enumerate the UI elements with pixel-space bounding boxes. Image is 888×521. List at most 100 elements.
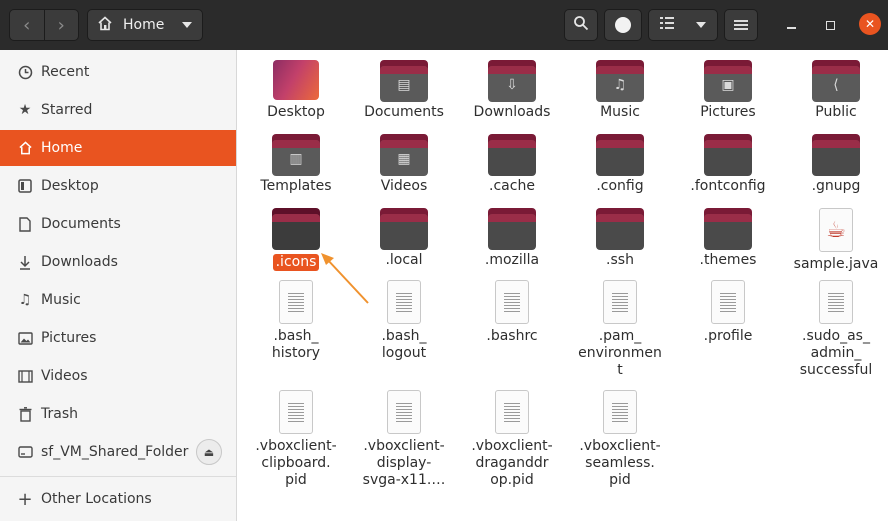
menu-button[interactable]	[724, 9, 758, 41]
file-item[interactable]: .sudo_as_ admin_ successful	[783, 280, 888, 379]
file-label: Music	[600, 104, 640, 120]
sidebar-item-home[interactable]: Home	[0, 130, 236, 166]
file-label: Videos	[380, 178, 428, 194]
file-label: .local	[385, 252, 423, 268]
file-item[interactable]: Desktop	[243, 60, 349, 121]
file-item[interactable]: ⟨ Public	[783, 60, 888, 121]
file-item[interactable]: .vboxclient- seamless. pid	[567, 390, 673, 489]
star-icon: ★	[18, 102, 32, 118]
sidebar-item-music[interactable]: ♫ Music	[0, 282, 236, 318]
file-item[interactable]: .bash_ logout	[351, 280, 457, 362]
text-file-icon	[603, 390, 637, 434]
file-label: .vboxclient- display- svga-x11.…	[362, 438, 446, 488]
sidebar-item-label: Downloads	[41, 254, 118, 270]
maximize-button[interactable]	[821, 16, 839, 34]
list-icon	[660, 17, 674, 33]
search-button[interactable]	[564, 9, 598, 41]
sidebar-item-downloads[interactable]: Downloads	[0, 244, 236, 280]
file-item[interactable]: ▦ Videos	[351, 134, 457, 195]
forward-button[interactable]: ›	[43, 10, 79, 40]
sidebar-item-videos[interactable]: Videos	[0, 358, 236, 394]
file-label: .bash_ logout	[381, 328, 427, 361]
file-item[interactable]: .ssh	[567, 208, 673, 269]
text-file-icon	[387, 390, 421, 434]
file-item[interactable]: .gnupg	[783, 134, 888, 195]
file-item[interactable]: .themes	[675, 208, 781, 269]
folder-icon	[488, 134, 536, 176]
sidebar-item-label: Recent	[41, 64, 90, 80]
sidebar-item-label: Starred	[41, 102, 93, 118]
file-label: .vboxclient- clipboard. pid	[255, 438, 337, 488]
file-label: .vboxclient- seamless. pid	[579, 438, 661, 488]
folder-template-icon: ▥	[272, 134, 320, 176]
java-file-icon: ☕	[819, 208, 853, 252]
text-file-icon	[495, 390, 529, 434]
sidebar: Recent ★ Starred Home Desktop Documents …	[0, 50, 237, 521]
search-icon	[573, 15, 589, 35]
file-label: .ssh	[606, 252, 634, 268]
text-file-icon	[711, 280, 745, 324]
sidebar-item-documents[interactable]: Documents	[0, 206, 236, 242]
folder-icon	[596, 134, 644, 176]
sidebar-item-other-locations[interactable]: + Other Locations	[0, 481, 236, 517]
file-label: Pictures	[700, 104, 756, 120]
sidebar-item-pictures[interactable]: Pictures	[0, 320, 236, 356]
file-label: .pam_ environmen t	[578, 328, 662, 378]
file-label: .sudo_as_ admin_ successful	[799, 328, 873, 378]
file-item[interactable]: .vboxclient- clipboard. pid	[243, 390, 349, 489]
drive-icon	[16, 446, 34, 458]
sidebar-item-trash[interactable]: Trash	[0, 396, 236, 432]
file-item[interactable]: ♫ Music	[567, 60, 673, 121]
folder-icon	[812, 134, 860, 176]
sidebar-item-label: Music	[41, 292, 81, 308]
location-path-button[interactable]: Home	[87, 9, 203, 41]
sidebar-item-desktop[interactable]: Desktop	[0, 168, 236, 204]
file-label: Templates	[260, 178, 332, 194]
back-button[interactable]: ‹	[10, 10, 44, 40]
file-label: .gnupg	[811, 178, 861, 194]
file-item[interactable]: ⇩ Downloads	[459, 60, 565, 121]
downloads-icon	[16, 255, 34, 270]
text-file-icon	[279, 390, 313, 434]
file-item[interactable]: .mozilla	[459, 208, 565, 269]
sidebar-item-starred[interactable]: ★ Starred	[0, 92, 236, 128]
file-item[interactable]: .profile	[675, 280, 781, 345]
minimize-button[interactable]	[782, 16, 800, 34]
file-item[interactable]: .vboxclient- display- svga-x11.…	[351, 390, 457, 489]
close-button[interactable]: ✕	[859, 13, 881, 35]
file-item[interactable]: .pam_ environmen t	[567, 280, 673, 379]
file-item[interactable]: ▣ Pictures	[675, 60, 781, 121]
folder-share-icon: ⟨	[812, 60, 860, 102]
file-item[interactable]: ▤ Documents	[351, 60, 457, 121]
file-item[interactable]: ☕ sample.java	[783, 208, 888, 273]
pictures-icon	[16, 331, 34, 345]
chevron-down-icon[interactable]	[696, 22, 706, 28]
file-label: .icons	[272, 254, 320, 271]
file-item[interactable]: .bash_ history	[243, 280, 349, 362]
minimize-icon	[786, 27, 796, 29]
home-icon	[97, 15, 113, 35]
file-item[interactable]: .config	[567, 134, 673, 195]
file-label: Public	[815, 104, 857, 120]
folder-download-icon: ⇩	[488, 60, 536, 102]
file-label: Desktop	[267, 104, 325, 120]
eject-button[interactable]: ⏏	[196, 439, 222, 465]
view-options-button[interactable]	[604, 9, 642, 41]
music-icon: ♫	[18, 292, 32, 308]
file-item[interactable]: .vboxclient- draganddr op.pid	[459, 390, 565, 489]
folder-icon	[380, 208, 428, 250]
sidebar-item-label: Trash	[41, 406, 78, 422]
list-view-button[interactable]	[648, 9, 718, 41]
file-item[interactable]: ▥ Templates	[243, 134, 349, 195]
file-item[interactable]: .cache	[459, 134, 565, 195]
file-item[interactable]: .bashrc	[459, 280, 565, 345]
sidebar-item-recent[interactable]: Recent	[0, 54, 236, 90]
folder-picture-icon: ▣	[704, 60, 752, 102]
text-file-icon	[279, 280, 313, 324]
chevron-down-icon	[182, 22, 192, 28]
file-label: Documents	[364, 104, 444, 120]
header-bar: ‹ › Home ✕	[0, 0, 888, 50]
file-item[interactable]: .icons	[243, 208, 349, 271]
file-item[interactable]: .fontconfig	[675, 134, 781, 195]
file-item[interactable]: .local	[351, 208, 457, 269]
